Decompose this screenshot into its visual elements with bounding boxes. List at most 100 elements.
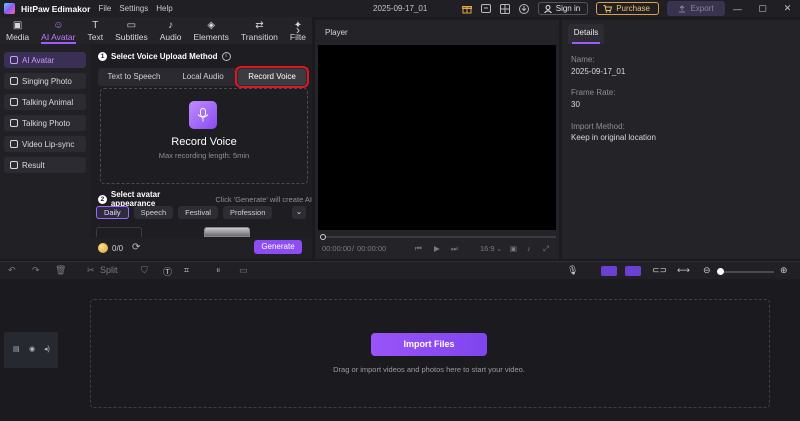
layout-icon[interactable] bbox=[498, 2, 512, 16]
info-icon[interactable]: i bbox=[221, 52, 231, 61]
step1-number: 1 bbox=[98, 52, 107, 61]
record-voice-button[interactable] bbox=[189, 101, 217, 129]
timeline-toolbar: ↶ ↷ 🗑 ✂ Split ⛉ Ⓣ ⌗ ⏸ ▭ 🎙 ⊂⊃ ⟷ ⊖ ⊕ bbox=[0, 261, 800, 279]
title-bar: HitPaw Edimakor File Settings Help 2025-… bbox=[0, 0, 800, 17]
chevron-down-icon[interactable]: ⌄ bbox=[496, 244, 502, 253]
avatar-thumbnail[interactable] bbox=[204, 227, 250, 237]
record-voice-title: Record Voice bbox=[171, 136, 237, 148]
maximize-button[interactable]: ▢ bbox=[750, 0, 775, 17]
tab-transition[interactable]: ⇄ Transition bbox=[235, 17, 284, 44]
tab-details[interactable]: Details bbox=[568, 24, 604, 44]
text-tool-icon[interactable]: Ⓣ bbox=[163, 265, 172, 278]
method-record-voice[interactable]: Record Voice bbox=[235, 66, 309, 88]
result-icon bbox=[10, 161, 18, 169]
menu-settings[interactable]: Settings bbox=[119, 4, 148, 13]
generate-button[interactable]: Generate bbox=[254, 240, 302, 254]
split-label[interactable]: Split bbox=[100, 265, 118, 275]
menu-file[interactable]: File bbox=[98, 4, 111, 13]
record-voice-subtitle: Max recording length: 5min bbox=[158, 151, 250, 160]
player-preview bbox=[318, 45, 556, 230]
tab-audio[interactable]: ♪ Audio bbox=[154, 17, 188, 44]
purchase-button[interactable]: Purchase bbox=[596, 2, 659, 15]
fullscreen-icon[interactable]: ⤢ bbox=[543, 244, 549, 254]
current-time: 00:00:00 bbox=[322, 244, 352, 253]
aspect-ratio[interactable]: 16:9 bbox=[480, 244, 495, 253]
method-local-audio[interactable]: Local Audio bbox=[170, 68, 236, 86]
sidebar-item-singing-photo[interactable]: Singing Photo bbox=[4, 73, 86, 89]
track-lock-icon[interactable]: ◉ bbox=[29, 345, 35, 353]
method-text-to-speech[interactable]: Text to Speech bbox=[98, 68, 170, 86]
tool-tabs: ▣ Media ☺ AI Avatar T Text ▭ Subtitles ♪… bbox=[0, 17, 312, 44]
category-speech[interactable]: Speech bbox=[133, 206, 174, 219]
link-track-icon[interactable] bbox=[601, 266, 617, 276]
magnet-icon[interactable]: ⊂⊃ bbox=[652, 265, 667, 276]
tab-elements-label: Elements bbox=[193, 31, 229, 42]
download-icon[interactable] bbox=[517, 2, 531, 16]
crop-icon[interactable]: ⌗ bbox=[184, 265, 189, 276]
category-daily[interactable]: Daily bbox=[96, 206, 129, 219]
microphone-icon[interactable]: 🎙 bbox=[567, 265, 578, 276]
track-visibility-icon[interactable]: ▤ bbox=[13, 345, 20, 353]
gift-icon[interactable] bbox=[460, 2, 474, 16]
tabs-next-icon[interactable]: › bbox=[296, 23, 300, 37]
fit-timeline-icon[interactable]: ⟷ bbox=[677, 265, 690, 276]
tab-subtitles[interactable]: ▭ Subtitles bbox=[109, 17, 154, 44]
undo-icon[interactable]: ↶ bbox=[8, 265, 16, 276]
close-button[interactable]: ✕ bbox=[775, 0, 800, 17]
menu-help[interactable]: Help bbox=[156, 4, 172, 13]
screenshot-icon[interactable]: ▣ bbox=[510, 244, 517, 253]
category-profession[interactable]: Profession bbox=[222, 206, 273, 219]
refresh-icon[interactable]: ⟳ bbox=[132, 242, 140, 253]
message-icon[interactable] bbox=[479, 2, 493, 16]
tab-text[interactable]: T Text bbox=[82, 17, 110, 44]
avatar-thumbnail[interactable] bbox=[96, 227, 142, 237]
record-screen-icon[interactable]: ▭ bbox=[239, 265, 248, 276]
sidebar-item-label: Video Lip-sync bbox=[22, 139, 75, 149]
detail-frame-rate-value: 30 bbox=[571, 100, 580, 109]
tab-media-label: Media bbox=[6, 31, 30, 42]
sidebar-item-talking-animal[interactable]: Talking Animal bbox=[4, 94, 86, 110]
tab-media[interactable]: ▣ Media bbox=[0, 17, 35, 44]
appearance-categories: Daily Speech Festival Profession bbox=[96, 206, 312, 220]
record-voice-area[interactable]: Record Voice Max recording length: 5min bbox=[100, 88, 308, 184]
generate-bar: 0/0 ⟳ Generate bbox=[90, 238, 312, 259]
zoom-slider[interactable] bbox=[720, 271, 774, 273]
category-festival[interactable]: Festival bbox=[178, 206, 218, 219]
detail-import-method-label: Import Method: bbox=[571, 122, 625, 131]
export-button[interactable]: Export bbox=[667, 1, 725, 16]
play-icon[interactable]: ▶ bbox=[434, 244, 440, 253]
split-icon[interactable]: ✂ bbox=[87, 265, 95, 276]
credit-count: 0/0 bbox=[112, 244, 124, 253]
zoom-slider-handle[interactable] bbox=[717, 268, 724, 275]
minimize-button[interactable]: — bbox=[725, 0, 750, 17]
detail-frame-rate-label: Frame Rate: bbox=[571, 88, 616, 97]
snap-icon[interactable] bbox=[625, 266, 641, 276]
track-mute-icon[interactable]: ◂) bbox=[44, 345, 50, 353]
delete-icon[interactable]: 🗑 bbox=[55, 265, 66, 276]
playback-progress[interactable] bbox=[320, 236, 556, 238]
prev-frame-icon[interactable]: ⏮ bbox=[415, 244, 422, 254]
import-files-button[interactable]: Import Files bbox=[371, 333, 487, 356]
freeze-frame-icon[interactable]: ⏸ bbox=[216, 265, 221, 276]
sidebar-item-talking-photo[interactable]: Talking Photo bbox=[4, 115, 86, 131]
document-title: 2025-09-17_01 bbox=[373, 4, 428, 13]
tab-ai-avatar[interactable]: ☺ AI Avatar bbox=[35, 17, 81, 44]
chevron-down-icon[interactable]: ⌄ bbox=[292, 206, 306, 219]
user-icon bbox=[543, 4, 552, 13]
volume-icon[interactable]: ♪ bbox=[527, 244, 531, 253]
sidebar-item-label: Result bbox=[22, 160, 45, 170]
sidebar-item-result[interactable]: Result bbox=[4, 157, 86, 173]
redo-icon[interactable]: ↷ bbox=[32, 265, 40, 276]
audio-icon: ♪ bbox=[168, 19, 174, 31]
zoom-in-icon[interactable]: ⊕ bbox=[780, 265, 788, 276]
zoom-out-icon[interactable]: ⊖ bbox=[703, 265, 711, 276]
shield-icon[interactable]: ⛉ bbox=[141, 265, 148, 276]
sidebar-item-video-lip-sync[interactable]: Video Lip-sync bbox=[4, 136, 86, 152]
tab-elements[interactable]: ◈ Elements bbox=[187, 17, 234, 44]
player-title: Player bbox=[325, 28, 348, 37]
elements-icon: ◈ bbox=[207, 19, 216, 31]
playhead-handle[interactable] bbox=[320, 234, 326, 240]
next-frame-icon[interactable]: ⏭ bbox=[451, 244, 458, 254]
sign-in-button[interactable]: Sign in bbox=[537, 2, 589, 15]
sidebar-item-ai-avatar[interactable]: AI Avatar bbox=[4, 52, 86, 68]
